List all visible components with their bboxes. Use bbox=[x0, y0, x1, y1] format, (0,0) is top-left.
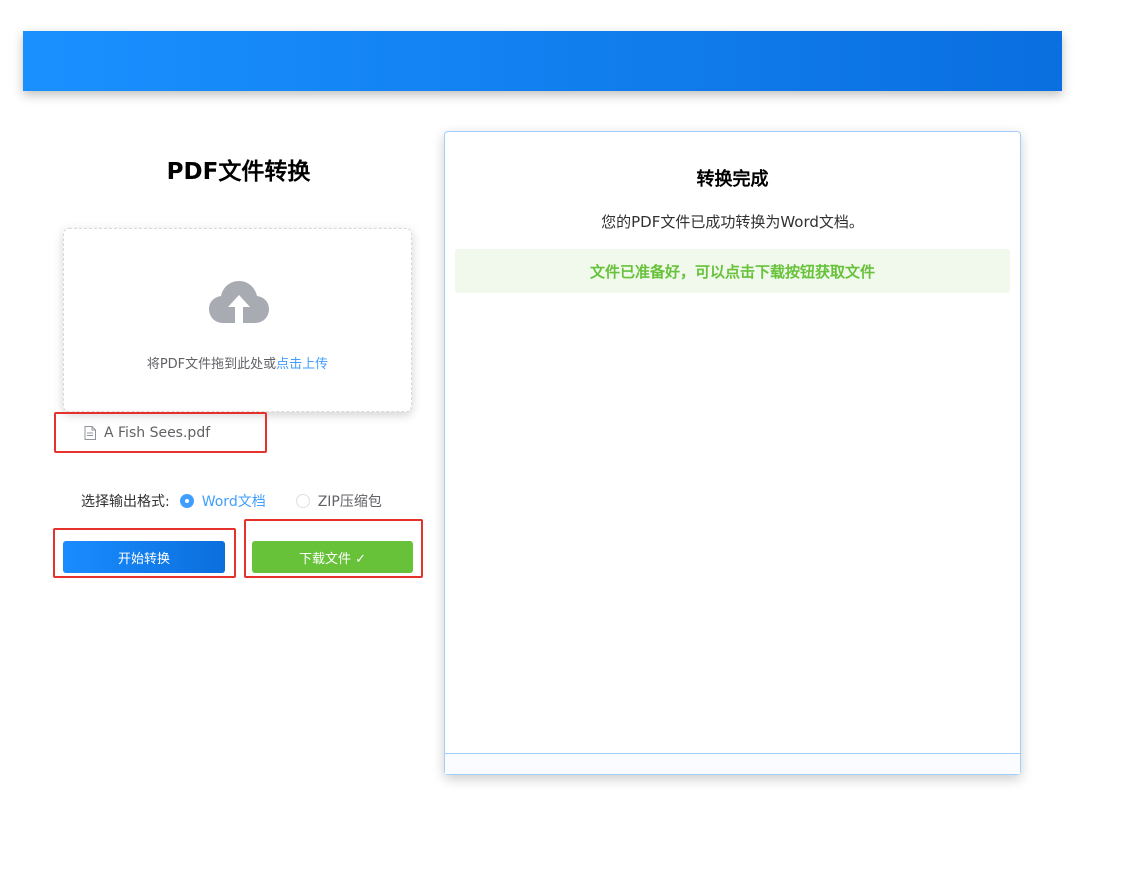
page-title: PDF文件转换 bbox=[166, 159, 311, 185]
result-message: 您的PDF文件已成功转换为Word文档。 bbox=[601, 213, 864, 231]
radio-word[interactable]: Word文档 bbox=[179, 491, 266, 511]
format-label: 选择输出格式: bbox=[81, 494, 170, 510]
upload-dropzone[interactable]: 将PDF文件拖到此处或点击上传 bbox=[63, 228, 412, 412]
radio-word-label: Word文档 bbox=[201, 494, 266, 510]
radio-zip[interactable]: ZIP压缩包 bbox=[295, 491, 382, 511]
radio-unchecked-icon[interactable] bbox=[295, 494, 310, 508]
upload-hint-text: 将PDF文件拖到此处或 bbox=[146, 357, 277, 372]
success-alert: 文件已准备好，可以点击下载按钮获取文件 bbox=[455, 249, 1010, 293]
top-banner bbox=[23, 31, 1062, 91]
success-alert-text: 文件已准备好，可以点击下载按钮获取文件 bbox=[589, 262, 875, 281]
cloud-upload-icon bbox=[209, 281, 269, 323]
radio-zip-label: ZIP压缩包 bbox=[317, 494, 382, 510]
start-button-highlight-box bbox=[53, 528, 236, 578]
click-upload-link[interactable]: 点击上传 bbox=[276, 357, 328, 372]
result-panel: 转换完成 您的PDF文件已成功转换为Word文档。 文件已准备好，可以点击下载按… bbox=[444, 131, 1021, 775]
panel-footer bbox=[445, 753, 1020, 774]
radio-checked-icon[interactable] bbox=[179, 494, 194, 508]
output-format-group: 选择输出格式: Word文档 ZIP压缩包 bbox=[81, 491, 412, 511]
upload-hint: 将PDF文件拖到此处或点击上传 bbox=[64, 353, 411, 372]
file-highlight-box bbox=[54, 412, 267, 453]
result-title: 转换完成 bbox=[696, 169, 769, 190]
download-button-highlight-box bbox=[244, 519, 423, 578]
